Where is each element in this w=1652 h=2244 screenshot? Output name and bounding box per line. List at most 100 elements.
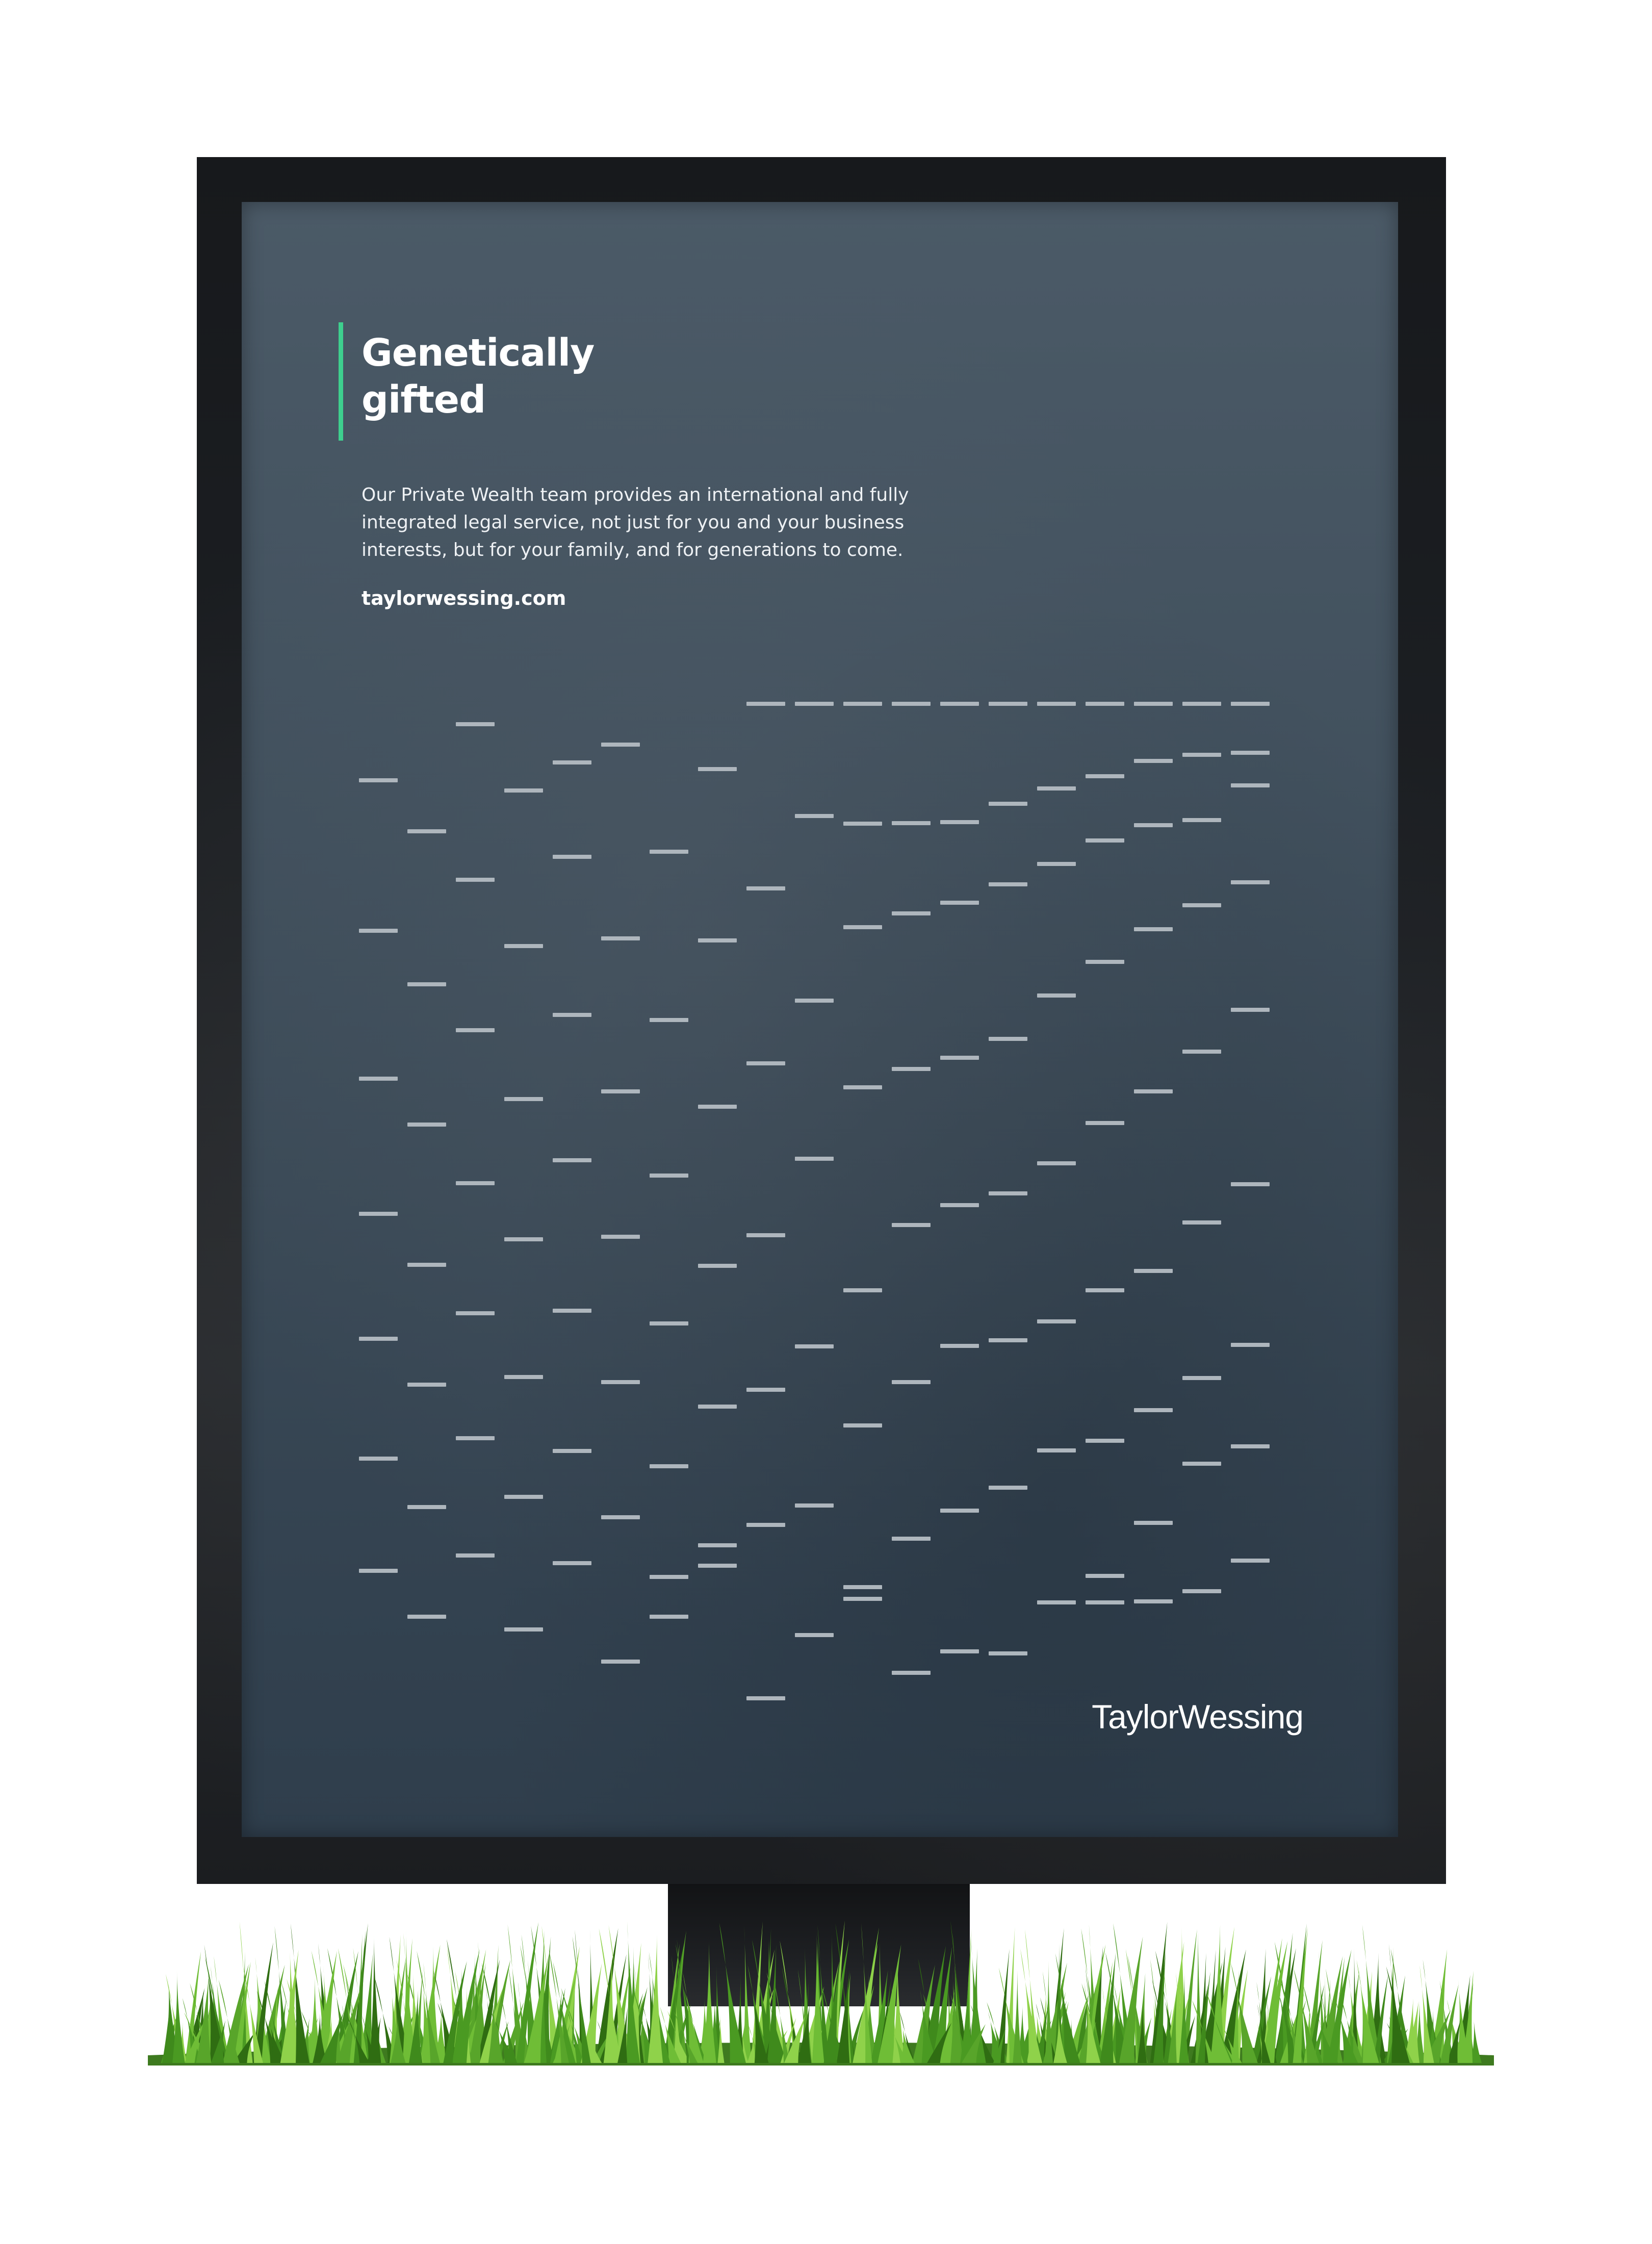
dash-mark: [892, 821, 931, 825]
dash-mark: [1037, 862, 1076, 866]
dash-mark: [601, 1660, 640, 1664]
dash-mark: [698, 1264, 737, 1268]
dash-mark: [504, 1495, 543, 1499]
dash-mark: [1037, 1448, 1076, 1452]
dash-mark: [989, 1338, 1027, 1342]
dash-mark: [989, 702, 1027, 706]
grass-blade: [703, 1940, 716, 2063]
dash-mark: [940, 820, 979, 824]
dash-mark: [650, 1615, 688, 1619]
dash-mark: [746, 1523, 785, 1527]
dash-mark: [359, 1077, 398, 1081]
dash-mark: [504, 944, 543, 948]
dash-mark: [504, 1097, 543, 1101]
dash-mark: [359, 929, 398, 933]
dash-mark: [698, 767, 737, 771]
dash-mark: [940, 1203, 979, 1207]
dash-mark: [1231, 1559, 1270, 1563]
dash-mark: [795, 814, 834, 818]
poster-panel: Genetically gifted Our Private Wealth te…: [242, 202, 1398, 1837]
dash-mark: [843, 822, 882, 826]
dash-mark: [795, 1503, 834, 1508]
dash-mark: [940, 1649, 979, 1653]
dash-mark: [601, 743, 640, 747]
dash-mark: [795, 1633, 834, 1637]
dash-mark: [1231, 1343, 1270, 1347]
dash-mark: [650, 1018, 688, 1022]
dash-mark: [359, 1569, 398, 1573]
dash-mark: [1086, 774, 1124, 778]
dash-mark: [843, 1085, 882, 1089]
dash-mark: [1086, 1600, 1124, 1604]
dash-mark: [1037, 786, 1076, 790]
dash-mark: [746, 1696, 785, 1700]
dash-mark: [795, 999, 834, 1003]
dash-mark: [504, 788, 543, 793]
dash-mark: [407, 1383, 446, 1387]
dash-mark: [892, 1537, 931, 1541]
dash-mark: [940, 1509, 979, 1513]
dash-mark: [650, 1464, 688, 1468]
dash-mark: [553, 1013, 591, 1017]
dash-mark: [407, 829, 446, 833]
dash-mark: [1086, 702, 1124, 706]
dash-mark: [1182, 1376, 1221, 1380]
dash-mark: [989, 1486, 1027, 1490]
dash-mark: [456, 1436, 495, 1440]
dash-mark: [989, 1037, 1027, 1041]
dash-mark: [456, 878, 495, 882]
dash-mark: [504, 1627, 543, 1631]
dash-mark: [940, 702, 979, 706]
dash-mark: [1134, 1521, 1173, 1525]
dash-mark: [601, 936, 640, 940]
dash-mark: [650, 850, 688, 854]
dash-mark: [456, 722, 495, 726]
grass-blade: [648, 1934, 663, 2063]
dash-mark: [843, 1423, 882, 1427]
dash-mark: [456, 1181, 495, 1185]
dash-mark: [1037, 702, 1076, 706]
dash-mark: [892, 1671, 931, 1675]
dash-mark: [940, 1056, 979, 1060]
dash-mark: [1086, 838, 1124, 843]
dash-mark: [1086, 1439, 1124, 1443]
dash-mark: [456, 1028, 495, 1032]
dash-mark: [1231, 702, 1270, 706]
dash-mark: [1182, 1220, 1221, 1225]
dash-mark: [698, 938, 737, 942]
dash-mark: [504, 1237, 543, 1241]
dash-mark: [650, 1174, 688, 1178]
dash-mark: [456, 1311, 495, 1315]
dash-mark: [553, 760, 591, 764]
dash-mark: [650, 1575, 688, 1579]
dash-mark: [892, 1223, 931, 1227]
dash-mark: [1037, 1600, 1076, 1604]
dash-mark: [407, 1505, 446, 1509]
dash-mark: [407, 1615, 446, 1619]
dash-mark: [553, 1309, 591, 1313]
dash-mark: [553, 1158, 591, 1162]
dash-mark: [407, 1263, 446, 1267]
dash-mark: [746, 1388, 785, 1392]
dash-mark: [601, 1089, 640, 1093]
dash-mark: [892, 1067, 931, 1071]
dash-mark: [795, 1344, 834, 1348]
dash-mark: [553, 855, 591, 859]
dash-mark: [698, 1405, 737, 1409]
dash-mark: [1182, 818, 1221, 822]
dash-mark: [1134, 1269, 1173, 1273]
dash-mark: [940, 901, 979, 905]
dash-mark: [843, 702, 882, 706]
dash-mark: [1231, 783, 1270, 787]
dash-mark: [1134, 759, 1173, 763]
dash-mark: [698, 1543, 737, 1547]
dash-mark: [650, 1321, 688, 1325]
dash-mark: [892, 1380, 931, 1384]
dash-mark: [892, 911, 931, 915]
dash-mark: [601, 1515, 640, 1519]
dash-mark: [1086, 1121, 1124, 1125]
dash-mark: [1182, 753, 1221, 757]
dash-mark: [1182, 1462, 1221, 1466]
dash-mark: [1037, 1319, 1076, 1323]
dash-mark: [1182, 903, 1221, 907]
